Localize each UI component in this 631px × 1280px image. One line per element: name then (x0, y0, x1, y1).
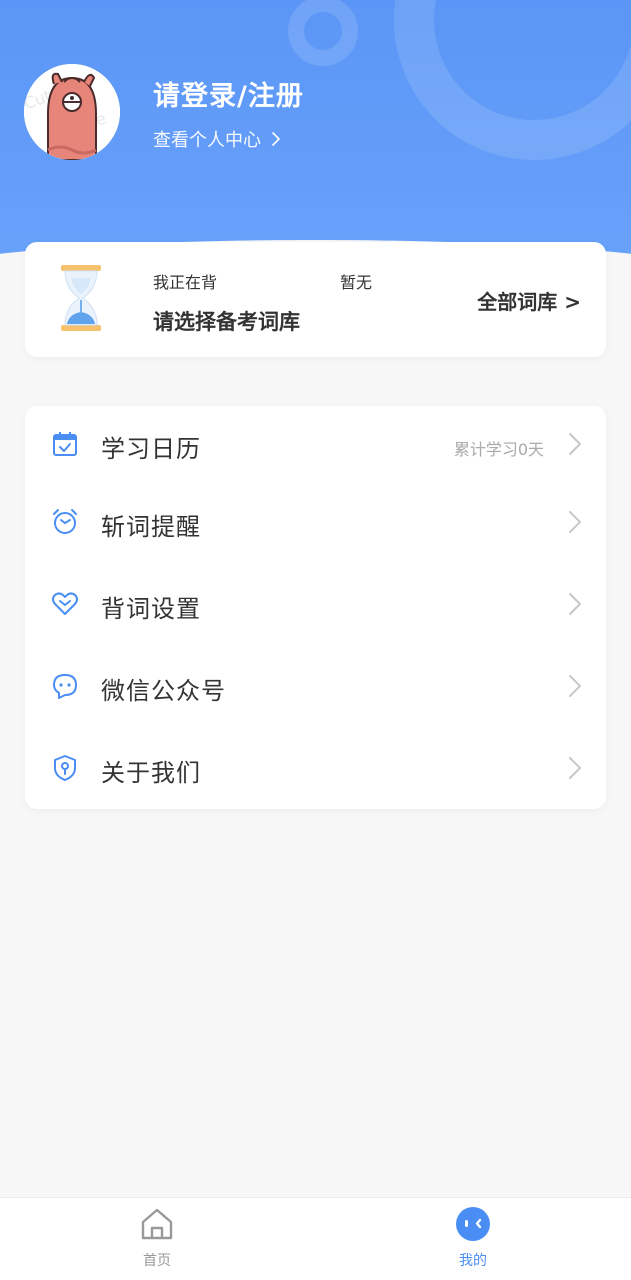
current-study-card[interactable]: 我正在背 暂无 请选择备考词库 全部词库 > (25, 242, 606, 357)
chevron-right-icon (569, 593, 581, 615)
calendar-icon (53, 432, 77, 456)
profile-page: Cute Cute 请登录/注册 查看个人中心 (0, 0, 631, 1280)
choose-wordbook-prompt[interactable]: 请选择备考词库 (153, 306, 300, 336)
hourglass-icon (61, 265, 101, 331)
tab-mine[interactable]: 我的 (413, 1198, 533, 1280)
alarm-clock-icon (53, 509, 77, 534)
home-icon (141, 1208, 173, 1240)
menu-item-label: 斩词提醒 (101, 513, 201, 541)
chat-bubble-icon (53, 674, 77, 699)
chevron-right-icon (569, 675, 581, 697)
menu-item-about-us[interactable]: 关于我们 (25, 738, 606, 798)
study-status-value: 暂无 (340, 273, 373, 292)
avatar[interactable]: Cute Cute (24, 64, 120, 160)
chevron-right-icon (569, 511, 581, 533)
decorative-ring-large (394, 0, 631, 160)
menu-item-label: 微信公众号 (101, 677, 226, 705)
tab-label: 我的 (459, 1253, 487, 1269)
tab-home[interactable]: 首页 (97, 1198, 217, 1280)
studying-label: 我正在背 (153, 273, 218, 292)
shield-icon (54, 755, 76, 781)
decorative-ring-small (288, 0, 358, 66)
menu-item-label: 背词设置 (101, 595, 201, 623)
face-icon (456, 1207, 490, 1241)
menu-item-label: 关于我们 (101, 759, 201, 787)
tab-label: 首页 (143, 1253, 171, 1269)
bottom-tab-bar: 首页 我的 (0, 1197, 631, 1280)
menu-item-word-reminder[interactable]: 斩词提醒 (25, 492, 606, 552)
llama-avatar-icon: Cute Cute (24, 64, 120, 160)
chevron-right-icon (272, 132, 280, 146)
view-profile-label: 查看个人中心 (153, 130, 261, 151)
chevron-right-icon (569, 433, 581, 455)
chevron-right-icon (569, 757, 581, 779)
study-days-total: 累计学习0天 (453, 440, 544, 459)
settings-menu: 学习日历 累计学习0天 斩词提醒 背词设置 微信公众号 关于我们 (25, 406, 606, 809)
menu-item-wechat-account[interactable]: 微信公众号 (25, 656, 606, 716)
login-register-title[interactable]: 请登录/注册 (153, 74, 304, 113)
heart-icon (52, 592, 78, 615)
all-wordbooks-link[interactable]: 全部词库 > (477, 286, 581, 315)
view-profile-link[interactable]: 查看个人中心 (153, 126, 281, 152)
menu-item-word-settings[interactable]: 背词设置 (25, 574, 606, 634)
menu-item-study-calendar[interactable]: 学习日历 累计学习0天 (25, 414, 606, 474)
menu-item-label: 学习日历 (101, 435, 201, 463)
